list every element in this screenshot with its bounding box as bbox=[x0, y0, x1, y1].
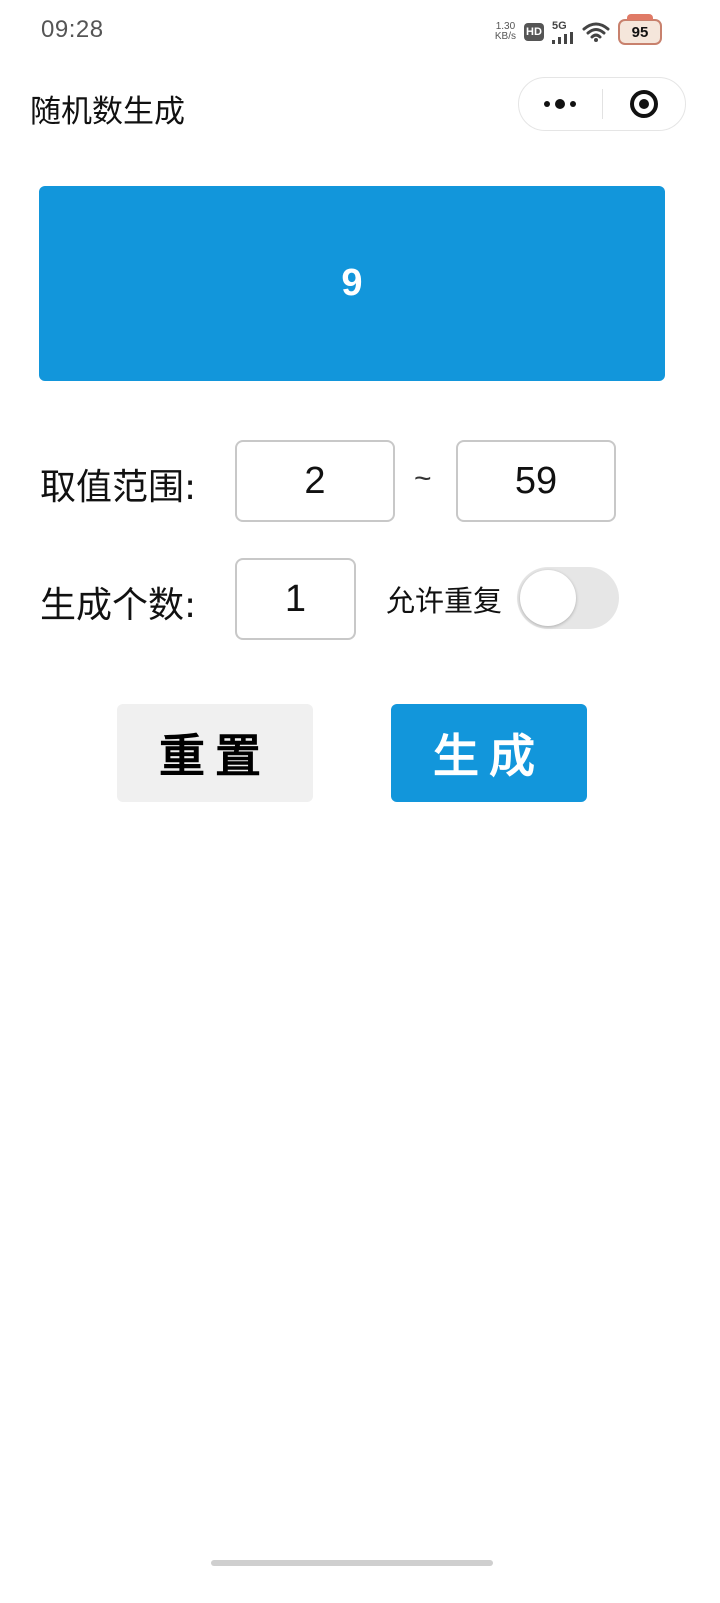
count-input[interactable] bbox=[235, 558, 356, 640]
status-icons: 1.30 KB/s HD 5G 95 bbox=[495, 14, 662, 50]
allow-repeat-label: 允许重复 bbox=[386, 584, 503, 618]
close-program-button[interactable] bbox=[603, 78, 686, 130]
network-speed: 1.30 KB/s bbox=[495, 22, 516, 42]
range-separator: ~ bbox=[414, 462, 432, 495]
target-icon bbox=[629, 90, 658, 118]
network-speed-unit: KB/s bbox=[494, 31, 516, 42]
signal-icon: 5G bbox=[552, 19, 574, 44]
result-panel: 9 bbox=[39, 186, 665, 381]
signal-label: 5G bbox=[552, 19, 567, 32]
range-label: 取值范围: bbox=[40, 467, 197, 508]
status-bar: 09:28 1.30 KB/s HD 5G 95 bbox=[0, 0, 720, 66]
page-title: 随机数生成 bbox=[30, 94, 185, 130]
result-value: 9 bbox=[341, 262, 363, 304]
more-icon bbox=[544, 99, 577, 109]
hd-icon: HD bbox=[524, 23, 544, 41]
signal-bars-icon bbox=[552, 31, 573, 44]
range-min-input[interactable] bbox=[235, 440, 395, 522]
generate-button[interactable]: 生成 bbox=[391, 704, 587, 802]
mini-program-capsule bbox=[518, 77, 686, 131]
battery-level: 95 bbox=[631, 23, 649, 41]
battery-icon: 95 bbox=[618, 14, 662, 45]
wifi-icon bbox=[582, 22, 610, 42]
status-time: 09:28 bbox=[41, 16, 104, 43]
more-button[interactable] bbox=[519, 78, 602, 130]
allow-repeat-toggle[interactable] bbox=[517, 567, 619, 629]
home-indicator[interactable] bbox=[211, 1560, 493, 1566]
range-max-input[interactable] bbox=[456, 440, 616, 522]
reset-button[interactable]: 重置 bbox=[117, 704, 313, 802]
count-label: 生成个数: bbox=[40, 585, 197, 626]
toggle-knob bbox=[520, 570, 576, 626]
